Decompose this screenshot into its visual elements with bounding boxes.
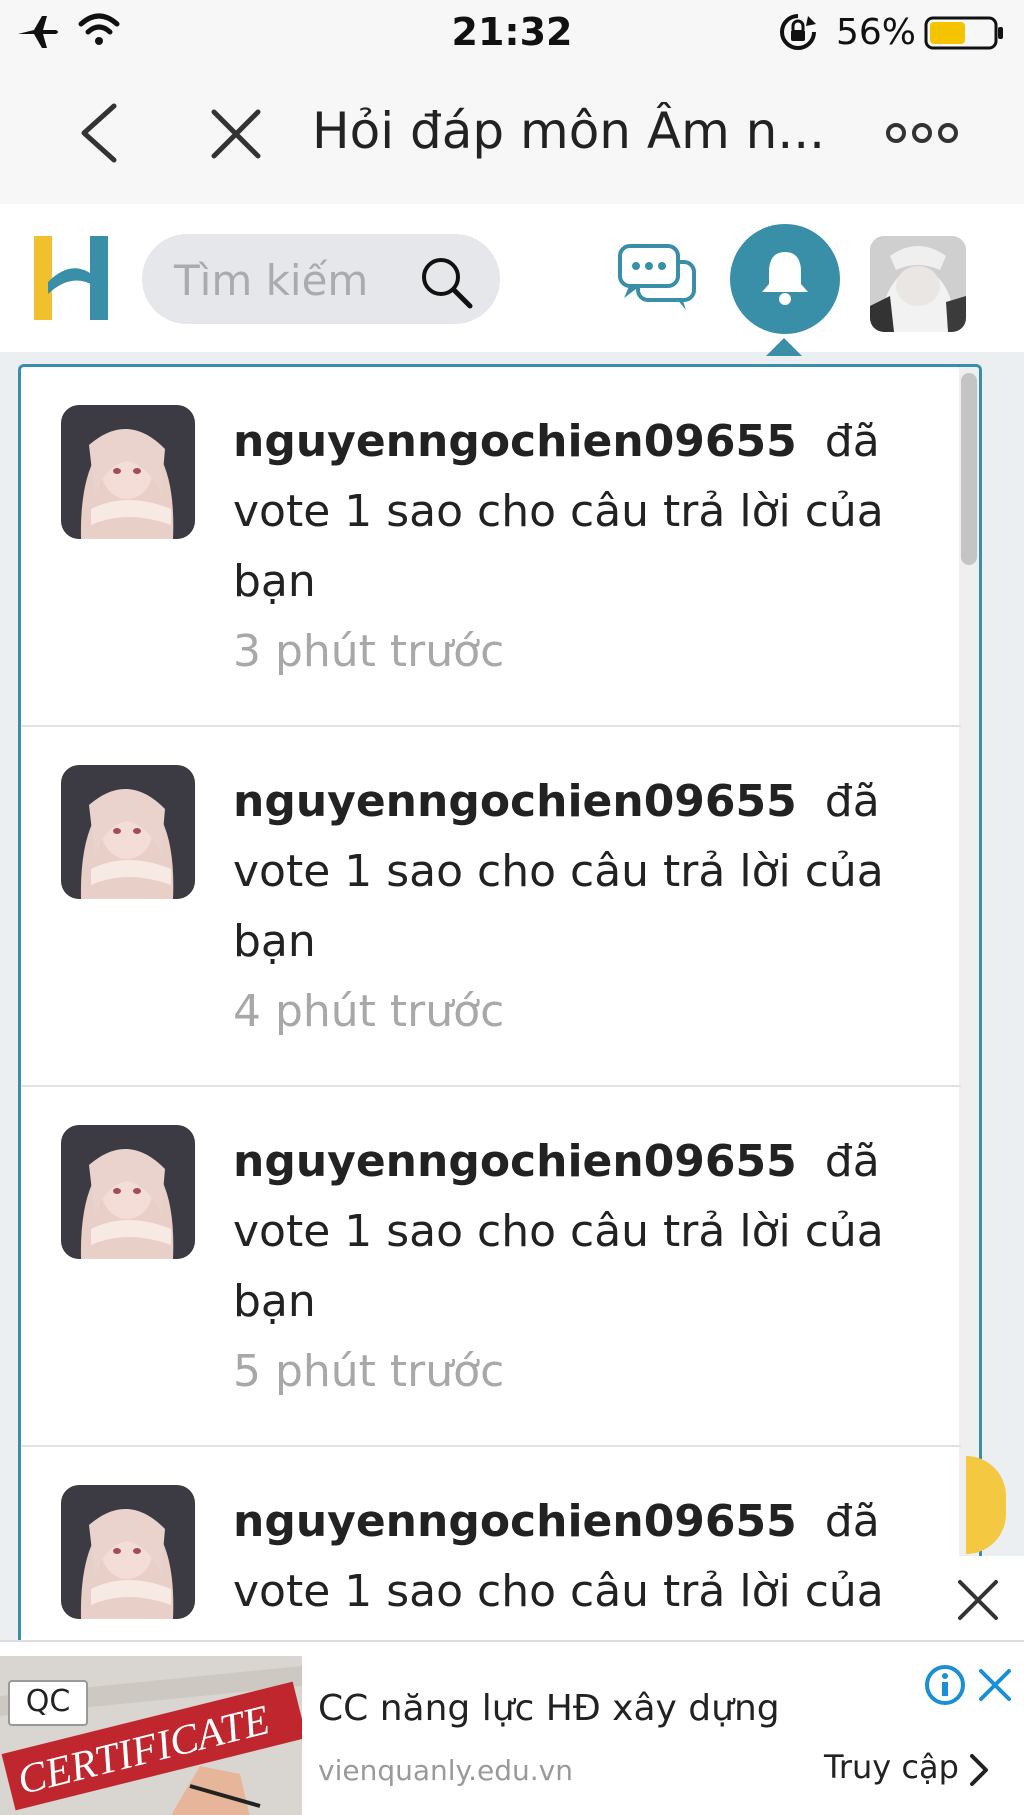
bell-icon <box>762 252 808 305</box>
notification-avatar <box>61 1125 195 1259</box>
search-icon[interactable] <box>418 254 474 310</box>
close-icon[interactable] <box>208 106 264 162</box>
page-title: Hỏi đáp môn Âm n... <box>312 102 826 160</box>
ad-image[interactable]: CERTIFICATE QC <box>0 1656 302 1815</box>
more-icon[interactable] <box>884 118 960 148</box>
floating-action-button[interactable] <box>966 1456 1006 1554</box>
notification-user[interactable]: nguyenngochien09655 <box>233 776 797 827</box>
search-input[interactable]: Tìm kiếm <box>142 234 500 324</box>
battery-icon <box>924 16 1003 50</box>
battery-percent: 56% <box>836 12 917 53</box>
chat-icon[interactable] <box>616 242 698 314</box>
close-icon[interactable] <box>976 1666 1014 1704</box>
scrollbar-thumb[interactable] <box>961 373 977 565</box>
status-bar: 21:32 56% <box>0 0 1024 66</box>
notification-button[interactable] <box>730 224 840 334</box>
avatar-image <box>870 236 966 332</box>
notification-text: nguyenngochien09655 đã vote 1 sao cho câ… <box>233 767 923 1047</box>
ad-cta-button[interactable]: Truy cập <box>824 1748 959 1786</box>
ad-banner[interactable]: CERTIFICATE QC CC năng lực HĐ xây dựng v… <box>0 1640 1024 1815</box>
close-icon <box>958 1580 998 1620</box>
notification-avatar <box>61 1485 195 1619</box>
ad-dismiss-button[interactable] <box>934 1556 1024 1646</box>
notification-time: 5 phút trước <box>233 1346 505 1397</box>
notification-user[interactable]: nguyenngochien09655 <box>233 416 797 467</box>
notification-time: 3 phút trước <box>233 626 505 677</box>
info-icon[interactable] <box>924 1664 966 1706</box>
notification-text: nguyenngochien09655 đã vote 1 sao cho câ… <box>233 407 923 687</box>
ad-domain: vienquanly.edu.vn <box>318 1754 573 1787</box>
notification-item[interactable]: nguyenngochien09655 đã vote 1 sao cho câ… <box>21 1087 961 1447</box>
notification-item[interactable]: nguyenngochien09655 đã vote 1 sao cho câ… <box>21 1447 961 1661</box>
notification-text: nguyenngochien09655 đã vote 1 sao cho câ… <box>233 1487 923 1627</box>
dropdown-caret <box>766 338 802 356</box>
notification-user[interactable]: nguyenngochien09655 <box>233 1496 797 1547</box>
rotation-lock-icon <box>780 14 816 50</box>
notification-user[interactable]: nguyenngochien09655 <box>233 1136 797 1187</box>
site-logo[interactable] <box>34 236 110 320</box>
search-placeholder: Tìm kiếm <box>174 256 369 305</box>
notification-item[interactable]: nguyenngochien09655 đã vote 1 sao cho câ… <box>21 367 961 727</box>
browser-nav-bar: Hỏi đáp môn Âm n... <box>0 66 1024 204</box>
notification-avatar <box>61 765 195 899</box>
notification-dropdown[interactable]: nguyenngochien09655 đã vote 1 sao cho câ… <box>18 364 982 1664</box>
notification-text: nguyenngochien09655 đã vote 1 sao cho câ… <box>233 1127 923 1407</box>
chevron-right-icon[interactable] <box>966 1752 992 1788</box>
notification-item[interactable]: nguyenngochien09655 đã vote 1 sao cho câ… <box>21 727 961 1087</box>
notification-avatar <box>61 405 195 539</box>
user-avatar[interactable] <box>870 236 966 332</box>
back-icon[interactable] <box>76 102 122 164</box>
ad-badge: QC <box>8 1680 88 1726</box>
notification-time: 4 phút trước <box>233 986 505 1037</box>
site-header: Tìm kiếm <box>0 204 1024 352</box>
ad-title[interactable]: CC năng lực HĐ xây dựng <box>318 1688 780 1729</box>
